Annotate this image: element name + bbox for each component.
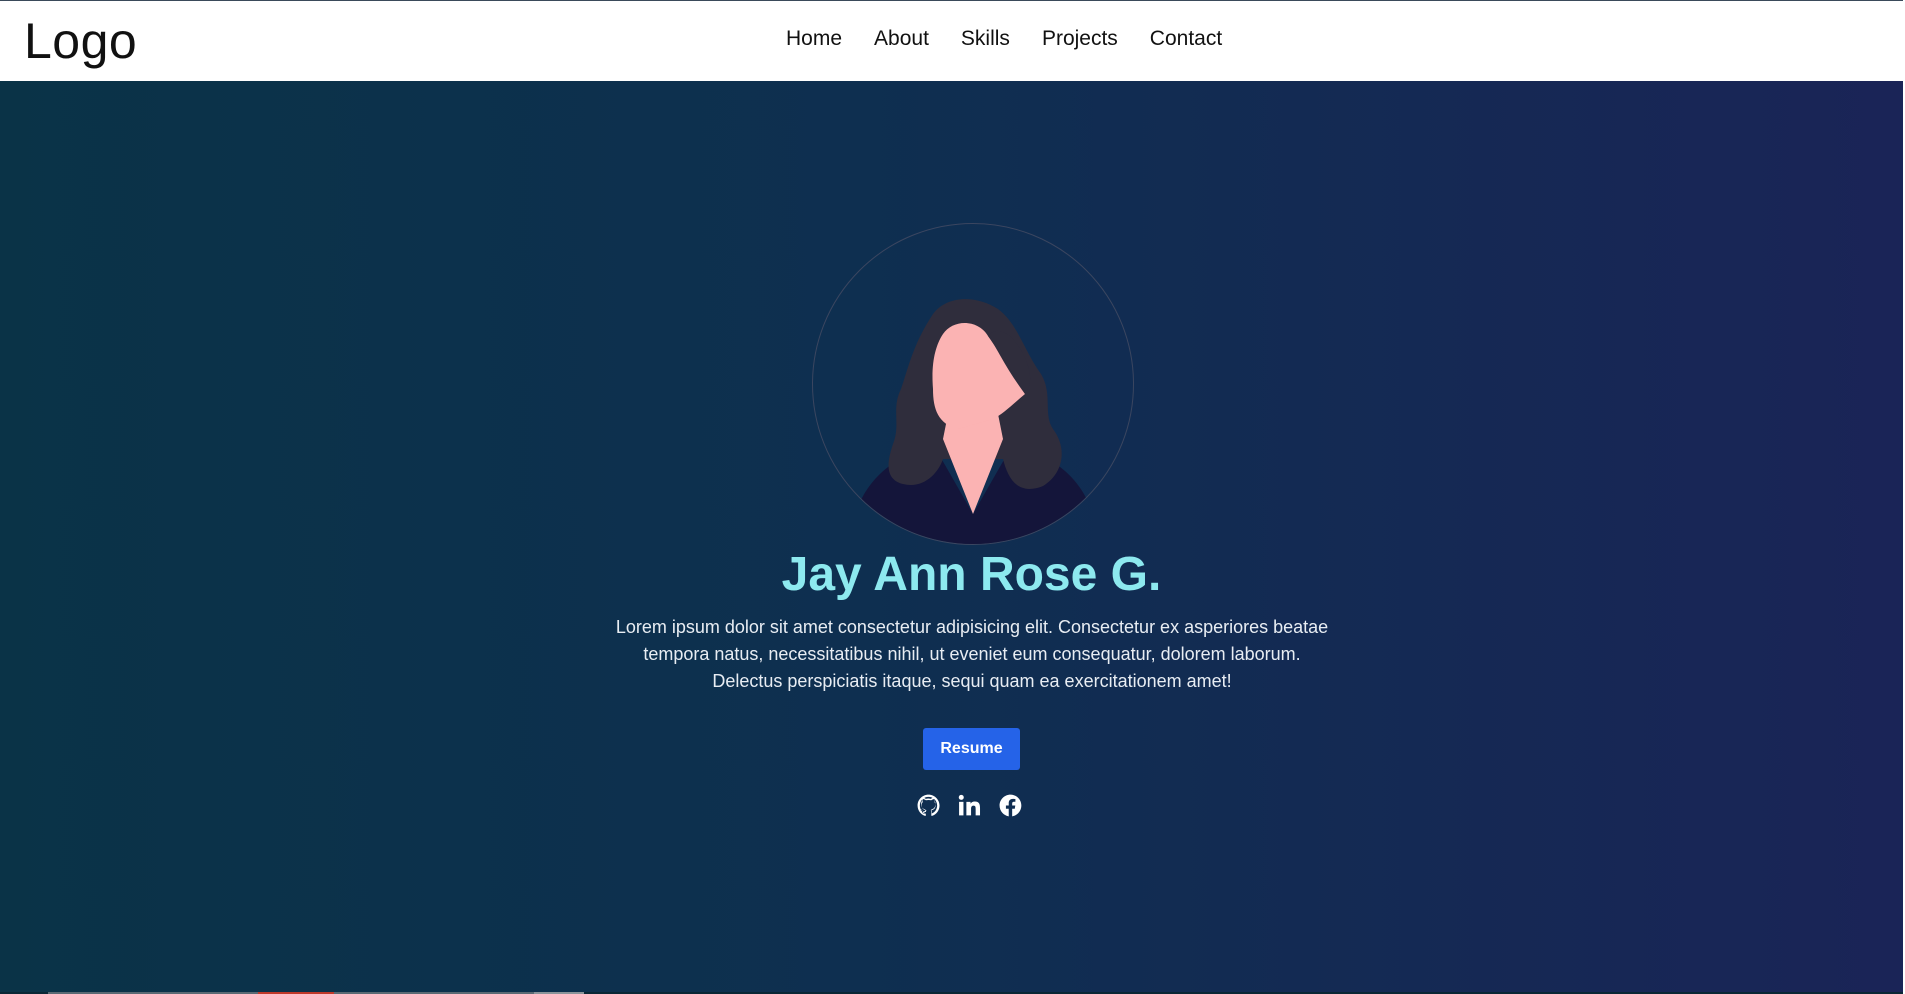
hero-section: Jay Ann Rose G. Lorem ipsum dolor sit am… [0, 81, 1903, 994]
nav-contact[interactable]: Contact [1150, 27, 1222, 51]
avatar-illustration [846, 299, 1101, 544]
facebook-icon[interactable] [998, 793, 1023, 818]
nav-about[interactable]: About [874, 27, 929, 51]
resume-button[interactable]: Resume [923, 728, 1020, 770]
bio-line: Lorem ipsum dolor sit amet consectetur a… [615, 617, 1329, 637]
hero-name: Jay Ann Rose G. [781, 548, 1162, 601]
nav-skills[interactable]: Skills [961, 27, 1010, 51]
avatar [812, 223, 1134, 545]
page: Logo Home About Skills Projects Contact [0, 0, 1905, 994]
nav-home[interactable]: Home [786, 27, 842, 51]
bio-line: tempora natus, necessitatibus nihil, ut … [643, 644, 1301, 664]
linkedin-icon[interactable] [957, 793, 982, 818]
navbar: Logo Home About Skills Projects Contact [0, 1, 1903, 81]
bio-line: Delectus perspiciatis itaque, sequi quam… [712, 671, 1232, 691]
nav-projects[interactable]: Projects [1042, 27, 1118, 51]
github-icon[interactable] [916, 793, 941, 818]
logo[interactable]: Logo [24, 11, 137, 71]
main-nav: Home About Skills Projects Contact [786, 27, 1222, 51]
hero-bio: Lorem ipsum dolor sit amet consectetur a… [592, 614, 1352, 695]
social-links [916, 793, 1023, 818]
